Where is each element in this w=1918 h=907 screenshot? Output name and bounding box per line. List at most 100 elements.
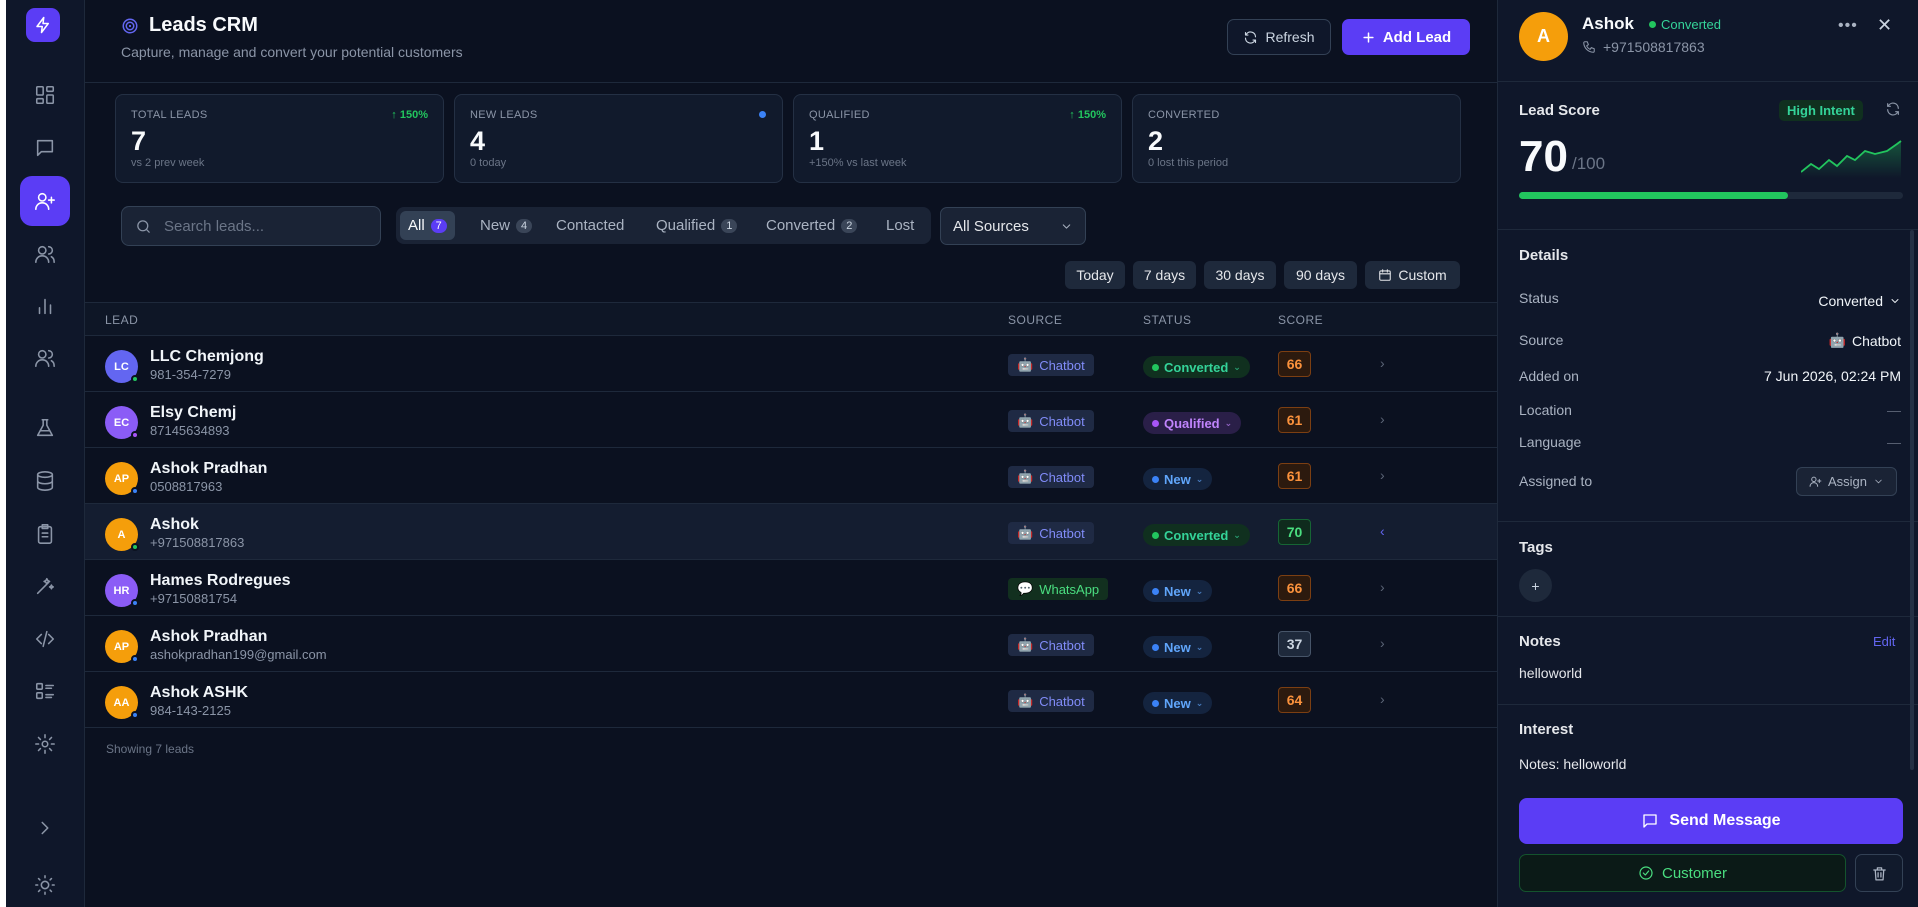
detail-label-source: Source xyxy=(1519,332,1564,348)
table-row-selected[interactable]: A Ashok +971508817863 🤖 Chatbot Converte… xyxy=(85,504,1497,560)
range-90-days-button[interactable]: 90 days xyxy=(1284,261,1357,289)
table-header: LEAD SOURCE STATUS SCORE xyxy=(85,302,1497,336)
lead-phone: +971508817863 xyxy=(1582,39,1705,55)
range-today-button[interactable]: Today xyxy=(1065,261,1125,289)
add-lead-button[interactable]: Add Lead xyxy=(1342,19,1470,55)
users-icon[interactable] xyxy=(20,229,70,279)
presence-dot xyxy=(131,655,139,663)
tab-new[interactable]: New 4 xyxy=(472,211,540,240)
chevron-right-icon[interactable]: › xyxy=(1380,355,1385,371)
range-custom-button[interactable]: Custom xyxy=(1365,261,1460,289)
source-badge: 🤖 Chatbot xyxy=(1008,690,1094,712)
tab-qualified[interactable]: Qualified 1 xyxy=(648,211,745,240)
refresh-icon[interactable] xyxy=(1885,101,1901,122)
range-30-days-button[interactable]: 30 days xyxy=(1204,261,1276,289)
add-tag-button[interactable]: + xyxy=(1519,569,1552,602)
tab-lost[interactable]: Lost xyxy=(878,211,922,240)
gear-icon[interactable] xyxy=(20,719,70,769)
chevron-right-icon[interactable]: › xyxy=(1380,691,1385,707)
score-badge: 70 xyxy=(1278,519,1311,545)
status-dropdown[interactable]: New ⌄ xyxy=(1143,636,1213,658)
bolt-icon[interactable] xyxy=(26,8,60,42)
status-dropdown[interactable]: Converted ⌄ xyxy=(1143,524,1250,546)
send-message-button[interactable]: Send Message xyxy=(1519,798,1903,844)
range-label: 90 days xyxy=(1295,267,1346,283)
stat-card-new: NEW LEADS 4 0 today xyxy=(454,94,783,183)
chevron-right-icon[interactable] xyxy=(20,803,70,853)
source-badge: 🤖 Chatbot xyxy=(1008,410,1094,432)
phone-number: +971508817863 xyxy=(1603,39,1705,55)
table-row[interactable]: LC LLC Chemjong 981-354-7279 🤖 Chatbot C… xyxy=(85,336,1497,392)
tab-contacted[interactable]: Contacted xyxy=(548,211,632,240)
magic-wand-icon[interactable] xyxy=(20,561,70,611)
stat-label: TOTAL LEADS xyxy=(131,109,208,121)
status-dropdown[interactable]: New ⌄ xyxy=(1143,468,1213,490)
presence-dot xyxy=(131,431,139,439)
status-dropdown[interactable]: New ⌄ xyxy=(1143,580,1213,602)
trash-icon xyxy=(1872,866,1886,881)
list-icon[interactable] xyxy=(20,666,70,716)
source-select[interactable]: All Sources xyxy=(940,207,1086,245)
detail-value-source: 🤖 Chatbot xyxy=(1829,332,1901,349)
more-icon[interactable]: ••• xyxy=(1838,17,1858,35)
flask-icon[interactable] xyxy=(20,403,70,453)
user-plus-icon[interactable] xyxy=(20,176,70,226)
page-subtitle: Capture, manage and convert your potenti… xyxy=(121,44,463,60)
table-row[interactable]: EC Elsy Chemj 87145634893 🤖 Chatbot Qual… xyxy=(85,392,1497,448)
lead-name: Elsy Chemj xyxy=(150,404,237,421)
tab-count: 4 xyxy=(516,218,533,233)
customer-button[interactable]: Customer xyxy=(1519,854,1846,892)
chevron-right-icon[interactable]: › xyxy=(1380,579,1385,595)
avatar-initials: AP xyxy=(113,472,130,485)
tab-converted[interactable]: Converted 2 xyxy=(758,211,865,240)
presence-dot xyxy=(131,599,139,607)
lead-contact: 0508817963 xyxy=(150,479,223,494)
range-7-days-button[interactable]: 7 days xyxy=(1133,261,1196,289)
panel-header: A Ashok Converted +971508817863 ••• ✕ xyxy=(1498,0,1918,82)
table-row[interactable]: AP Ashok Pradhan 0508817963 🤖 Chatbot Ne… xyxy=(85,448,1497,504)
chevron-right-icon[interactable]: › xyxy=(1380,467,1385,483)
status-dropdown[interactable]: New ⌄ xyxy=(1143,692,1213,714)
avatar: EC xyxy=(105,406,139,439)
source-badge: 🤖 Chatbot xyxy=(1008,634,1094,656)
search-box[interactable] xyxy=(121,206,381,246)
table-row[interactable]: AP Ashok Pradhan ashokpradhan199@gmail.c… xyxy=(85,616,1497,672)
refresh-button[interactable]: Refresh xyxy=(1227,19,1331,55)
table-row[interactable]: HR Hames Rodregues +97150881754 💬 WhatsA… xyxy=(85,560,1497,616)
database-icon[interactable] xyxy=(20,456,70,506)
table-footer: Showing 7 leads xyxy=(106,742,195,756)
scrollbar[interactable] xyxy=(1910,230,1914,770)
dashboard-icon[interactable] xyxy=(20,70,70,120)
table-row[interactable]: AA Ashok ASHK 984-143-2125 🤖 Chatbot New… xyxy=(85,672,1497,728)
stat-card-qualified: QUALIFIED ↑ 150% 1 +150% vs last week xyxy=(793,94,1122,183)
status-dropdown[interactable]: Qualified ⌄ xyxy=(1143,412,1242,434)
tab-all[interactable]: All 7 xyxy=(400,211,455,240)
sparkline-chart xyxy=(1801,140,1902,178)
tags-title: Tags xyxy=(1519,539,1553,556)
clipboard-icon[interactable] xyxy=(20,509,70,559)
edit-notes-link[interactable]: Edit xyxy=(1873,634,1895,649)
avatar-initials: AP xyxy=(113,640,130,653)
bar-chart-icon[interactable] xyxy=(20,281,70,331)
stat-value: 1 xyxy=(809,126,825,156)
detail-label-added: Added on xyxy=(1519,368,1579,384)
stat-value: 7 xyxy=(131,126,147,156)
chat-icon[interactable] xyxy=(20,123,70,173)
status-dropdown[interactable]: Converted ⌄ xyxy=(1143,356,1250,378)
chevron-right-icon[interactable]: › xyxy=(1380,635,1385,651)
code-icon[interactable] xyxy=(20,614,70,664)
assign-button[interactable]: Assign xyxy=(1796,467,1897,496)
close-icon[interactable]: ✕ xyxy=(1877,15,1892,36)
sidebar xyxy=(6,0,85,907)
search-input[interactable] xyxy=(164,217,364,235)
sun-icon[interactable] xyxy=(20,860,70,907)
chevron-down-icon: ⌄ xyxy=(1195,585,1204,596)
chevron-right-icon[interactable]: › xyxy=(1380,411,1385,427)
stat-trend: ↑ 150% xyxy=(1069,109,1106,121)
stat-card-converted: CONVERTED 2 0 lost this period xyxy=(1132,94,1461,183)
delete-button[interactable] xyxy=(1855,854,1903,892)
lead-name: Ashok Pradhan xyxy=(150,628,268,645)
chevron-left-icon[interactable]: ‹ xyxy=(1380,523,1385,539)
team-icon[interactable] xyxy=(20,333,70,383)
status-dropdown[interactable]: Converted xyxy=(1818,293,1901,309)
